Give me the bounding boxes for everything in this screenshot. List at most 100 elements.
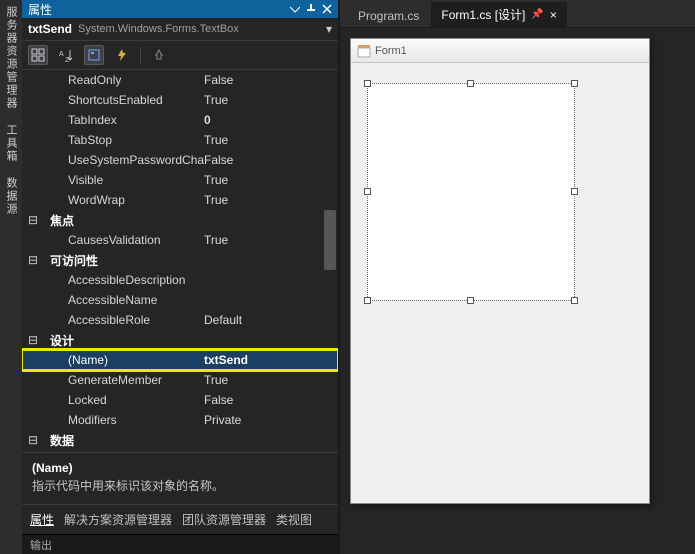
design-surface[interactable]: Form1 bbox=[340, 28, 695, 554]
property-row[interactable]: ⊞(ApplicationSettings) bbox=[22, 450, 338, 452]
expand-toggle[interactable]: ⊟ bbox=[22, 253, 44, 267]
tab-program-cs[interactable]: Program.cs bbox=[348, 5, 429, 27]
property-row[interactable]: TabIndex0 bbox=[22, 110, 338, 130]
resize-handle-sw[interactable] bbox=[364, 297, 371, 304]
properties-titlebar: 属性 bbox=[22, 0, 338, 18]
help-description: 指示代码中用来标识该对象的名称。 bbox=[32, 477, 328, 494]
form-icon bbox=[357, 44, 371, 58]
properties-icon[interactable] bbox=[84, 45, 104, 65]
property-pages-icon[interactable] bbox=[149, 45, 169, 65]
pin-icon[interactable]: 📌 bbox=[531, 9, 543, 20]
resize-handle-s[interactable] bbox=[467, 297, 474, 304]
property-row[interactable]: UseSystemPasswordCharFalse bbox=[22, 150, 338, 170]
property-value[interactable]: Private bbox=[204, 413, 338, 427]
form-window[interactable]: Form1 bbox=[350, 38, 650, 504]
property-category[interactable]: ⊟可访问性 bbox=[22, 250, 338, 270]
resize-handle-w[interactable] bbox=[364, 188, 371, 195]
property-name: AccessibleDescription bbox=[44, 273, 204, 287]
alphabetical-icon[interactable]: AZ bbox=[56, 45, 76, 65]
document-tabs: Program.cs Form1.cs [设计] 📌 × bbox=[340, 0, 695, 28]
property-row[interactable]: ModifiersPrivate bbox=[22, 410, 338, 430]
property-name: ReadOnly bbox=[44, 73, 204, 87]
properties-panel: 属性 txtSend System.Windows.Forms.TextBox … bbox=[22, 0, 340, 554]
scrollbar-thumb[interactable] bbox=[324, 210, 336, 270]
pin-icon[interactable] bbox=[306, 4, 316, 14]
property-name: AccessibleRole bbox=[44, 313, 204, 327]
output-strip[interactable]: 输出 bbox=[22, 534, 338, 554]
property-value[interactable]: True bbox=[204, 173, 338, 187]
close-icon[interactable] bbox=[322, 4, 332, 14]
editor-area: Program.cs Form1.cs [设计] 📌 × Form1 bbox=[340, 0, 695, 554]
property-row[interactable]: ShortcutsEnabledTrue bbox=[22, 90, 338, 110]
property-name: Modifiers bbox=[44, 413, 204, 427]
property-name: (Name) bbox=[44, 353, 204, 367]
property-row[interactable]: ReadOnlyFalse bbox=[22, 70, 338, 90]
side-tab-toolbox[interactable]: 工具箱 bbox=[3, 122, 19, 165]
property-row[interactable]: CausesValidationTrue bbox=[22, 230, 338, 250]
property-name: TabIndex bbox=[44, 113, 204, 127]
property-name: TabStop bbox=[44, 133, 204, 147]
property-name: CausesValidation bbox=[44, 233, 204, 247]
close-icon[interactable]: × bbox=[550, 8, 557, 22]
form-body[interactable] bbox=[351, 63, 649, 503]
property-name: Visible bbox=[44, 173, 204, 187]
output-label: 输出 bbox=[30, 537, 52, 553]
property-category[interactable]: ⊟焦点 bbox=[22, 210, 338, 230]
property-category[interactable]: ⊟设计 bbox=[22, 330, 338, 350]
property-value[interactable]: True bbox=[204, 93, 338, 107]
object-name: txtSend bbox=[28, 22, 72, 36]
properties-title-text: 属性 bbox=[28, 1, 52, 18]
object-selector[interactable]: txtSend System.Windows.Forms.TextBox ▾ bbox=[22, 18, 338, 41]
property-value[interactable]: False bbox=[204, 73, 338, 87]
property-row[interactable]: TabStopTrue bbox=[22, 130, 338, 150]
chevron-down-icon[interactable]: ▾ bbox=[326, 22, 332, 36]
form-title: Form1 bbox=[375, 45, 407, 57]
tab-label: Form1.cs [设计] bbox=[441, 6, 525, 23]
resize-handle-nw[interactable] bbox=[364, 80, 371, 87]
property-row[interactable]: (Name)txtSend bbox=[22, 350, 338, 370]
property-value[interactable]: False bbox=[204, 153, 338, 167]
side-tab-server-explorer[interactable]: 服务器资源管理器 bbox=[3, 4, 19, 112]
property-name: 可访问性 bbox=[44, 252, 204, 269]
property-value[interactable]: 0 bbox=[204, 113, 338, 127]
property-value[interactable]: True bbox=[204, 133, 338, 147]
tab-properties[interactable]: 属性 bbox=[30, 511, 54, 528]
property-value[interactable]: True bbox=[204, 193, 338, 207]
property-name: 设计 bbox=[44, 332, 204, 349]
expand-toggle[interactable]: ⊟ bbox=[22, 333, 44, 347]
property-value[interactable]: txtSend bbox=[204, 353, 338, 367]
window-options-icon[interactable] bbox=[290, 4, 300, 14]
tab-class-view[interactable]: 类视图 bbox=[276, 511, 312, 528]
side-tab-data-sources[interactable]: 数据源 bbox=[3, 175, 19, 218]
property-value[interactable]: True bbox=[204, 233, 338, 247]
property-name: WordWrap bbox=[44, 193, 204, 207]
expand-toggle[interactable]: ⊟ bbox=[22, 433, 44, 447]
property-row[interactable]: WordWrapTrue bbox=[22, 190, 338, 210]
properties-toolbar: AZ bbox=[22, 41, 338, 70]
tab-team-explorer[interactable]: 团队资源管理器 bbox=[182, 511, 266, 528]
selected-textbox[interactable] bbox=[367, 83, 575, 301]
property-name: Locked bbox=[44, 393, 204, 407]
property-grid[interactable]: ReadOnlyFalseShortcutsEnabledTrueTabInde… bbox=[22, 70, 338, 452]
property-row[interactable]: VisibleTrue bbox=[22, 170, 338, 190]
property-category[interactable]: ⊟数据 bbox=[22, 430, 338, 450]
property-name: 数据 bbox=[44, 432, 204, 449]
expand-toggle[interactable]: ⊟ bbox=[22, 213, 44, 227]
property-row[interactable]: AccessibleDescription bbox=[22, 270, 338, 290]
property-row[interactable]: AccessibleName bbox=[22, 290, 338, 310]
resize-handle-ne[interactable] bbox=[571, 80, 578, 87]
property-row[interactable]: GenerateMemberTrue bbox=[22, 370, 338, 390]
property-value[interactable]: False bbox=[204, 393, 338, 407]
property-name: UseSystemPasswordChar bbox=[44, 153, 204, 167]
property-value[interactable]: True bbox=[204, 373, 338, 387]
resize-handle-n[interactable] bbox=[467, 80, 474, 87]
property-row[interactable]: LockedFalse bbox=[22, 390, 338, 410]
tab-solution-explorer[interactable]: 解决方案资源管理器 bbox=[64, 511, 172, 528]
resize-handle-se[interactable] bbox=[571, 297, 578, 304]
tab-form1-design[interactable]: Form1.cs [设计] 📌 × bbox=[431, 2, 566, 27]
resize-handle-e[interactable] bbox=[571, 188, 578, 195]
events-icon[interactable] bbox=[112, 45, 132, 65]
property-row[interactable]: AccessibleRoleDefault bbox=[22, 310, 338, 330]
property-value[interactable]: Default bbox=[204, 313, 338, 327]
categorized-icon[interactable] bbox=[28, 45, 48, 65]
